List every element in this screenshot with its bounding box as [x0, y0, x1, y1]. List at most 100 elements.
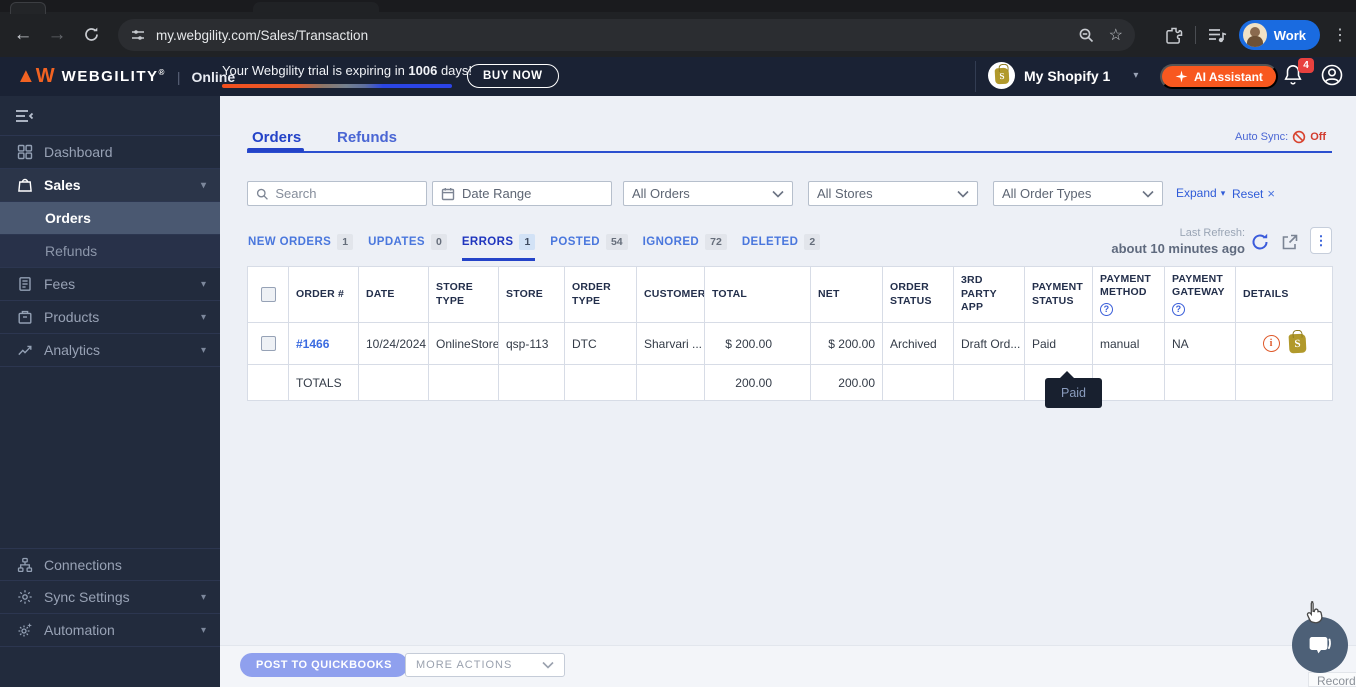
store-selector[interactable]: S My Shopify 1 ▾: [988, 62, 1138, 89]
notifications-bell[interactable]: 4: [1282, 58, 1314, 89]
search-input[interactable]: [275, 186, 418, 201]
status-tab-label: UPDATES: [368, 236, 425, 248]
account-menu[interactable]: [1320, 63, 1344, 87]
status-tab-ignored[interactable]: IGNORED 72: [643, 234, 727, 258]
shopify-icon[interactable]: S: [1288, 333, 1306, 354]
stores-filter-value: All Stores: [817, 186, 873, 201]
automation-caret-icon[interactable]: ▾: [201, 625, 206, 636]
orders-table: ORDER # DATE STORE TYPE STORE ORDER TYPE…: [247, 266, 1333, 401]
browser-profile-pill[interactable]: Work: [1238, 20, 1320, 50]
col-payment-status[interactable]: PAYMENT STATUS: [1024, 266, 1093, 323]
search-box[interactable]: [247, 181, 427, 206]
sidebar-collapse-button[interactable]: [0, 96, 220, 136]
sidebar-item-sync-settings[interactable]: Sync Settings ▾: [0, 581, 220, 614]
order-types-filter-select[interactable]: All Order Types: [993, 181, 1163, 206]
stores-filter-select[interactable]: All Stores: [808, 181, 978, 206]
post-to-quickbooks-button[interactable]: POST TO QUICKBOOKS: [240, 653, 408, 677]
sidebar-item-dashboard[interactable]: Dashboard: [0, 136, 220, 169]
select-all-checkbox[interactable]: [260, 287, 276, 302]
export-button[interactable]: [1280, 233, 1299, 252]
expand-filters-link[interactable]: Expand ▾: [1176, 186, 1225, 200]
tab-refunds[interactable]: Refunds: [337, 129, 397, 146]
bookmark-star-icon[interactable]: ☆: [1109, 25, 1123, 45]
refresh-button[interactable]: [1250, 232, 1270, 252]
status-tab-deleted[interactable]: DELETED 2: [742, 234, 821, 258]
col-3rd-party-app[interactable]: 3RD PARTY APP: [953, 266, 1025, 323]
reset-x-icon: ×: [1267, 186, 1275, 201]
media-queue-icon[interactable]: [1208, 27, 1227, 44]
last-refresh-label: Last Refresh:: [1179, 227, 1245, 239]
status-tab-label: ERRORS: [461, 236, 514, 248]
table-row[interactable]: #1466 10/24/2024 OnlineStore qsp-113 DTC…: [247, 322, 1333, 365]
col-store[interactable]: STORE: [498, 266, 565, 323]
automation-gear-icon: [18, 623, 32, 637]
more-actions-select[interactable]: MORE ACTIONS: [405, 653, 565, 677]
auto-sync-toggle[interactable]: Auto Sync: Off: [1235, 130, 1326, 144]
table-header-row: ORDER # DATE STORE TYPE STORE ORDER TYPE…: [247, 266, 1333, 323]
table-menu-button[interactable]: ⋮: [1310, 227, 1332, 254]
sidebar-item-products[interactable]: Products ▾: [0, 301, 220, 334]
payment-status-tooltip: Paid: [1045, 378, 1102, 408]
orders-filter-select[interactable]: All Orders: [623, 181, 793, 206]
cell-store: qsp-113: [498, 322, 565, 365]
site-info-icon[interactable]: [130, 27, 146, 43]
sidebar-item-fees[interactable]: Fees ▾: [0, 268, 220, 301]
products-caret-icon[interactable]: ▾: [201, 312, 206, 323]
chevron-down-icon: [542, 661, 554, 669]
sidebar-item-label: Sales: [44, 177, 81, 193]
sidebar-item-label: Sync Settings: [44, 589, 130, 605]
col-total[interactable]: TOTAL: [704, 266, 811, 323]
col-order-number[interactable]: ORDER #: [288, 266, 359, 323]
cell-payment-status[interactable]: Paid: [1024, 322, 1093, 365]
buy-now-button[interactable]: BUY NOW: [467, 64, 559, 88]
status-tab-posted[interactable]: POSTED 54: [550, 234, 628, 258]
col-order-type[interactable]: ORDER TYPE: [564, 266, 637, 323]
date-range-picker[interactable]: Date Range: [432, 181, 612, 206]
status-tab-updates[interactable]: UPDATES 0: [368, 234, 447, 258]
sidebar-item-refunds[interactable]: Refunds: [0, 235, 220, 268]
webgility-logo[interactable]: ▲W WEBGILITY® | Online: [16, 57, 235, 96]
ai-assistant-button[interactable]: AI Assistant: [1160, 64, 1278, 89]
sidebar-item-orders[interactable]: Orders: [0, 202, 220, 235]
browser-menu-icon[interactable]: ⋮: [1332, 25, 1348, 45]
col-net[interactable]: NET: [810, 266, 883, 323]
col-details[interactable]: DETAILS: [1235, 266, 1333, 323]
avatar: [1242, 23, 1267, 47]
status-tab-new-orders[interactable]: NEW ORDERS 1: [248, 234, 354, 258]
back-icon[interactable]: ←: [6, 18, 40, 52]
store-caret-icon[interactable]: ▾: [1133, 70, 1138, 81]
sales-caret-icon[interactable]: ▾: [201, 180, 206, 191]
order-number-link[interactable]: #1466: [296, 337, 329, 351]
url-text[interactable]: my.webgility.com/Sales/Transaction: [156, 28, 1078, 43]
url-bar[interactable]: my.webgility.com/Sales/Transaction ☆: [118, 19, 1135, 51]
forward-icon[interactable]: →: [40, 18, 74, 52]
row-checkbox[interactable]: [260, 336, 276, 351]
help-icon[interactable]: ?: [1100, 302, 1113, 316]
reload-icon[interactable]: [74, 18, 108, 52]
sidebar-item-connections[interactable]: Connections: [0, 548, 220, 581]
error-info-icon[interactable]: i: [1262, 335, 1280, 352]
reset-filters-link[interactable]: Reset ×: [1232, 186, 1275, 201]
tab-orders[interactable]: Orders: [252, 129, 301, 146]
sidebar-item-sales[interactable]: Sales ▾: [0, 169, 220, 202]
status-tab-errors[interactable]: ERRORS 1: [461, 234, 536, 261]
col-store-type[interactable]: STORE TYPE: [428, 266, 499, 323]
sidebar-item-analytics[interactable]: Analytics ▾: [0, 334, 220, 367]
status-tab-count: 54: [605, 234, 628, 250]
zoom-icon[interactable]: [1078, 27, 1095, 44]
sidebar-item-automation[interactable]: Automation ▾: [0, 614, 220, 647]
col-order-status[interactable]: ORDER STATUS: [882, 266, 954, 323]
tabs-underline: [247, 151, 1332, 153]
help-icon[interactable]: ?: [1172, 302, 1185, 316]
col-customer[interactable]: CUSTOMER: [636, 266, 705, 323]
col-date[interactable]: DATE: [358, 266, 429, 323]
extensions-icon[interactable]: [1165, 26, 1183, 44]
brand-text: WEBGILITY: [61, 68, 159, 85]
sync-settings-caret-icon[interactable]: ▾: [201, 592, 206, 603]
analytics-caret-icon[interactable]: ▾: [201, 345, 206, 356]
col-payment-method[interactable]: PAYMENT METHOD?: [1092, 266, 1165, 323]
col-payment-gateway[interactable]: PAYMENT GATEWAY?: [1164, 266, 1236, 323]
trial-text-prefix: Your Webgility trial is expiring in: [222, 63, 409, 78]
fees-caret-icon[interactable]: ▾: [201, 279, 206, 290]
browser-active-tab[interactable]: [253, 2, 379, 12]
